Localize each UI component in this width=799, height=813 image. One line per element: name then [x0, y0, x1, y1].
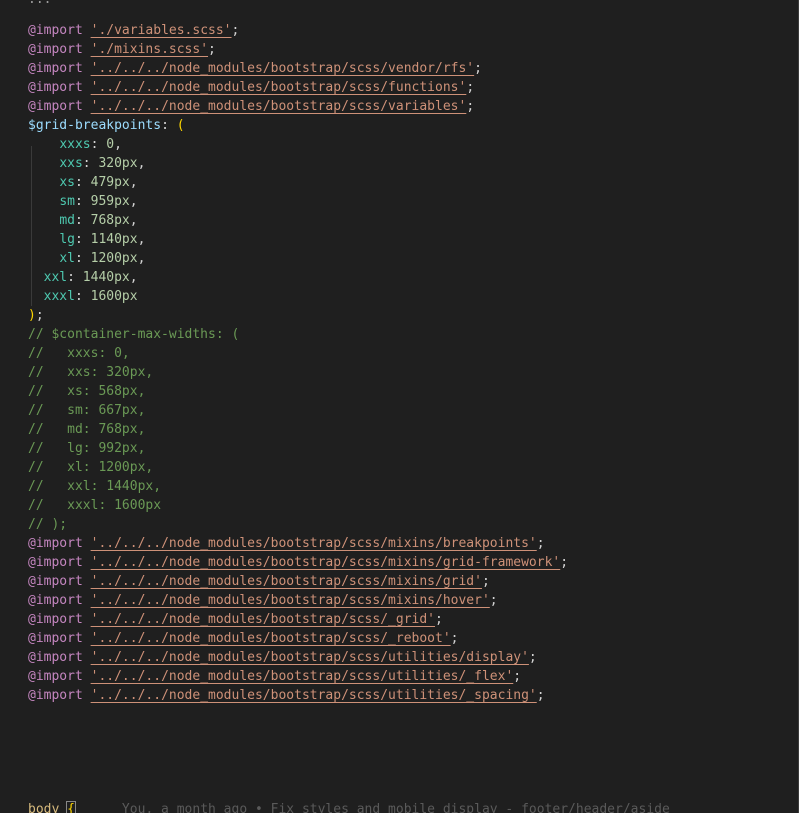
import-path[interactable]: '../../../node_modules/bootstrap/scss/ut… — [91, 650, 529, 665]
code-line-import[interactable]: @import '../../../node_modules/bootstrap… — [28, 97, 670, 116]
code-line-empty[interactable] — [28, 724, 670, 743]
code-line-import[interactable]: @import './variables.scss'; — [28, 21, 670, 40]
import-path[interactable]: '../../../node_modules/bootstrap/scss/_r… — [91, 631, 451, 646]
code-line-comment[interactable]: // sm: 667px, — [28, 401, 670, 420]
code-line-import[interactable]: @import '../../../node_modules/bootstrap… — [28, 553, 670, 572]
code-line-empty[interactable] — [28, 762, 670, 781]
code-line-import[interactable]: @import './mixins.scss'; — [28, 40, 670, 59]
partial-top-line: ... — [28, 0, 51, 9]
code-line-map-entry[interactable]: xs: 479px, — [28, 173, 670, 192]
indent-guide — [31, 146, 32, 306]
import-path[interactable]: '../../../node_modules/bootstrap/scss/va… — [91, 99, 467, 114]
code-line-import[interactable]: @import '../../../node_modules/bootstrap… — [28, 534, 670, 553]
css-selector: body — [28, 802, 60, 813]
code-line-import[interactable]: @import '../../../node_modules/bootstrap… — [28, 686, 670, 705]
code-line-import[interactable]: @import '../../../node_modules/bootstrap… — [28, 610, 670, 629]
import-path[interactable]: './variables.scss' — [91, 23, 232, 38]
scss-variable: $grid-breakpoints — [28, 118, 162, 133]
git-blame-annotation: You, a month ago • Fix styles and mobile… — [74, 802, 670, 813]
code-line-map-entry[interactable]: xxs: 320px, — [28, 154, 670, 173]
import-path[interactable]: '../../../node_modules/bootstrap/scss/ve… — [91, 61, 475, 76]
code-line-import[interactable]: @import '../../../node_modules/bootstrap… — [28, 59, 670, 78]
code-line-map-entry[interactable]: sm: 959px, — [28, 192, 670, 211]
code-line-empty[interactable] — [28, 705, 670, 724]
code-line-comment[interactable]: // md: 768px, — [28, 420, 670, 439]
import-path[interactable]: '../../../node_modules/bootstrap/scss/_g… — [91, 612, 435, 627]
code-line-import[interactable]: @import '../../../node_modules/bootstrap… — [28, 78, 670, 97]
code-line-comment[interactable]: // xxxs: 0, — [28, 344, 670, 363]
code-line-body[interactable]: body { You, a month ago • Fix styles and… — [28, 800, 670, 813]
import-path[interactable]: '../../../node_modules/bootstrap/scss/mi… — [91, 593, 490, 608]
import-path[interactable]: '../../../node_modules/bootstrap/scss/ut… — [91, 688, 537, 703]
import-path[interactable]: '../../../node_modules/bootstrap/scss/mi… — [91, 536, 537, 551]
code-line-comment[interactable]: // $container-max-widths: ( — [28, 325, 670, 344]
code-line-empty[interactable] — [28, 781, 670, 800]
import-path[interactable]: '../../../node_modules/bootstrap/scss/fu… — [91, 80, 467, 95]
code-line-comment[interactable]: // xl: 1200px, — [28, 458, 670, 477]
code-line-comment[interactable]: // xxs: 320px, — [28, 363, 670, 382]
code-line-comment[interactable]: // lg: 992px, — [28, 439, 670, 458]
code-area[interactable]: @import './variables.scss'; @import './m… — [28, 21, 670, 813]
code-line-import[interactable]: @import '../../../node_modules/bootstrap… — [28, 572, 670, 591]
code-line-import[interactable]: @import '../../../node_modules/bootstrap… — [28, 591, 670, 610]
import-path[interactable]: './mixins.scss' — [91, 42, 208, 57]
code-line-map-entry[interactable]: xl: 1200px, — [28, 249, 670, 268]
code-line-map-entry[interactable]: lg: 1140px, — [28, 230, 670, 249]
code-line-map-entry[interactable]: md: 768px, — [28, 211, 670, 230]
code-line-map-entry[interactable]: xxl: 1440px, — [28, 268, 670, 287]
code-line-map-close[interactable]: ); — [28, 306, 670, 325]
import-path[interactable]: '../../../node_modules/bootstrap/scss/ut… — [91, 669, 514, 684]
code-line-import[interactable]: @import '../../../node_modules/bootstrap… — [28, 667, 670, 686]
code-editor[interactable]: ... @import './variables.scss'; @import … — [0, 0, 799, 813]
code-line-map-entry[interactable]: xxxs: 0, — [28, 135, 670, 154]
code-line-variable[interactable]: $grid-breakpoints: ( — [28, 116, 670, 135]
code-line-empty[interactable] — [28, 743, 670, 762]
code-line-comment[interactable]: // xs: 568px, — [28, 382, 670, 401]
code-line-import[interactable]: @import '../../../node_modules/bootstrap… — [28, 648, 670, 667]
import-path[interactable]: '../../../node_modules/bootstrap/scss/mi… — [91, 574, 482, 589]
matching-brace: { — [66, 801, 76, 813]
code-line-comment[interactable]: // xxxl: 1600px — [28, 496, 670, 515]
code-line-map-entry[interactable]: xxxl: 1600px — [28, 287, 670, 306]
code-line-import[interactable]: @import '../../../node_modules/bootstrap… — [28, 629, 670, 648]
code-line-comment[interactable]: // xxl: 1440px, — [28, 477, 670, 496]
code-line-comment[interactable]: // ); — [28, 515, 670, 534]
import-path[interactable]: '../../../node_modules/bootstrap/scss/mi… — [91, 555, 561, 570]
